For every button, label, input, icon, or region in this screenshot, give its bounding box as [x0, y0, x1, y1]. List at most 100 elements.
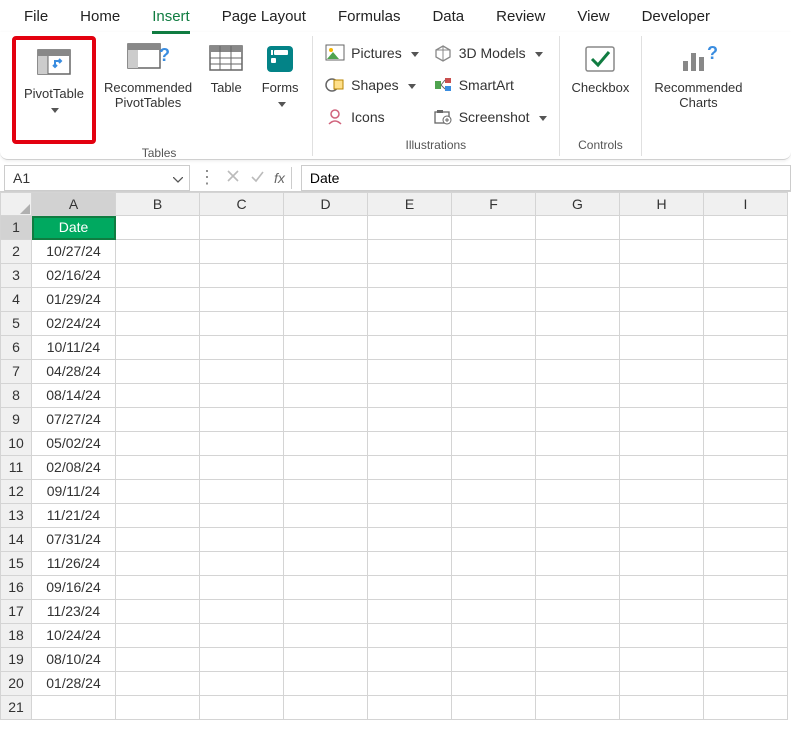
- row-header-16[interactable]: 16: [0, 576, 32, 600]
- cell-D16[interactable]: [284, 576, 368, 600]
- row-header-11[interactable]: 11: [0, 456, 32, 480]
- column-header-B[interactable]: B: [116, 192, 200, 216]
- cell-A16[interactable]: 09/16/24: [32, 576, 116, 600]
- cell-I10[interactable]: [704, 432, 788, 456]
- row-header-21[interactable]: 21: [0, 696, 32, 720]
- row-header-8[interactable]: 8: [0, 384, 32, 408]
- name-box[interactable]: A1: [4, 165, 190, 191]
- cell-C3[interactable]: [200, 264, 284, 288]
- cell-B18[interactable]: [116, 624, 200, 648]
- cell-A3[interactable]: 02/16/24: [32, 264, 116, 288]
- cell-A6[interactable]: 10/11/24: [32, 336, 116, 360]
- cell-C21[interactable]: [200, 696, 284, 720]
- cell-H7[interactable]: [620, 360, 704, 384]
- cell-H4[interactable]: [620, 288, 704, 312]
- cell-H16[interactable]: [620, 576, 704, 600]
- cell-G14[interactable]: [536, 528, 620, 552]
- recommended-charts-button[interactable]: ? RecommendedCharts: [648, 36, 748, 132]
- cell-D14[interactable]: [284, 528, 368, 552]
- cell-A12[interactable]: 09/11/24: [32, 480, 116, 504]
- cell-G19[interactable]: [536, 648, 620, 672]
- cell-E4[interactable]: [368, 288, 452, 312]
- accept-icon[interactable]: [250, 169, 264, 186]
- cell-D2[interactable]: [284, 240, 368, 264]
- cell-I8[interactable]: [704, 384, 788, 408]
- cell-A15[interactable]: 11/26/24: [32, 552, 116, 576]
- cell-H14[interactable]: [620, 528, 704, 552]
- column-header-F[interactable]: F: [452, 192, 536, 216]
- row-header-7[interactable]: 7: [0, 360, 32, 384]
- cell-I13[interactable]: [704, 504, 788, 528]
- cell-I18[interactable]: [704, 624, 788, 648]
- cell-A18[interactable]: 10/24/24: [32, 624, 116, 648]
- recommended-pivottables-button[interactable]: ? RecommendedPivotTables: [98, 36, 198, 132]
- cell-B9[interactable]: [116, 408, 200, 432]
- cell-F17[interactable]: [452, 600, 536, 624]
- column-header-E[interactable]: E: [368, 192, 452, 216]
- cell-G5[interactable]: [536, 312, 620, 336]
- cell-F16[interactable]: [452, 576, 536, 600]
- cell-G18[interactable]: [536, 624, 620, 648]
- cell-B20[interactable]: [116, 672, 200, 696]
- cell-A5[interactable]: 02/24/24: [32, 312, 116, 336]
- cell-I11[interactable]: [704, 456, 788, 480]
- cell-I4[interactable]: [704, 288, 788, 312]
- pictures-button[interactable]: Pictures: [319, 38, 425, 68]
- cell-C16[interactable]: [200, 576, 284, 600]
- screenshot-button[interactable]: Screenshot: [427, 102, 553, 132]
- cell-I14[interactable]: [704, 528, 788, 552]
- cell-C15[interactable]: [200, 552, 284, 576]
- cell-B15[interactable]: [116, 552, 200, 576]
- cell-G8[interactable]: [536, 384, 620, 408]
- cell-B3[interactable]: [116, 264, 200, 288]
- cell-G16[interactable]: [536, 576, 620, 600]
- row-header-6[interactable]: 6: [0, 336, 32, 360]
- cell-H20[interactable]: [620, 672, 704, 696]
- cell-I1[interactable]: [704, 216, 788, 240]
- cell-I17[interactable]: [704, 600, 788, 624]
- cell-E10[interactable]: [368, 432, 452, 456]
- cell-A14[interactable]: 07/31/24: [32, 528, 116, 552]
- cell-G17[interactable]: [536, 600, 620, 624]
- row-header-10[interactable]: 10: [0, 432, 32, 456]
- cell-C13[interactable]: [200, 504, 284, 528]
- tab-data[interactable]: Data: [416, 4, 480, 32]
- cell-G9[interactable]: [536, 408, 620, 432]
- cell-D1[interactable]: [284, 216, 368, 240]
- cell-E5[interactable]: [368, 312, 452, 336]
- cell-H12[interactable]: [620, 480, 704, 504]
- cell-B11[interactable]: [116, 456, 200, 480]
- cell-E13[interactable]: [368, 504, 452, 528]
- cell-I21[interactable]: [704, 696, 788, 720]
- row-header-2[interactable]: 2: [0, 240, 32, 264]
- row-header-4[interactable]: 4: [0, 288, 32, 312]
- cell-D3[interactable]: [284, 264, 368, 288]
- cell-A10[interactable]: 05/02/24: [32, 432, 116, 456]
- cell-F13[interactable]: [452, 504, 536, 528]
- cell-A20[interactable]: 01/28/24: [32, 672, 116, 696]
- cell-G2[interactable]: [536, 240, 620, 264]
- checkbox-button[interactable]: Checkbox: [566, 36, 636, 132]
- tab-home[interactable]: Home: [64, 4, 136, 32]
- cell-H3[interactable]: [620, 264, 704, 288]
- tab-view[interactable]: View: [561, 4, 625, 32]
- cell-C9[interactable]: [200, 408, 284, 432]
- cell-A11[interactable]: 02/08/24: [32, 456, 116, 480]
- cell-H15[interactable]: [620, 552, 704, 576]
- cell-F9[interactable]: [452, 408, 536, 432]
- cell-E3[interactable]: [368, 264, 452, 288]
- cell-H6[interactable]: [620, 336, 704, 360]
- cell-B21[interactable]: [116, 696, 200, 720]
- cell-A7[interactable]: 04/28/24: [32, 360, 116, 384]
- column-header-G[interactable]: G: [536, 192, 620, 216]
- cell-B13[interactable]: [116, 504, 200, 528]
- row-header-18[interactable]: 18: [0, 624, 32, 648]
- row-header-12[interactable]: 12: [0, 480, 32, 504]
- cell-E8[interactable]: [368, 384, 452, 408]
- cell-C11[interactable]: [200, 456, 284, 480]
- cell-G4[interactable]: [536, 288, 620, 312]
- cell-D5[interactable]: [284, 312, 368, 336]
- cell-F4[interactable]: [452, 288, 536, 312]
- cell-D9[interactable]: [284, 408, 368, 432]
- tab-developer[interactable]: Developer: [626, 4, 726, 32]
